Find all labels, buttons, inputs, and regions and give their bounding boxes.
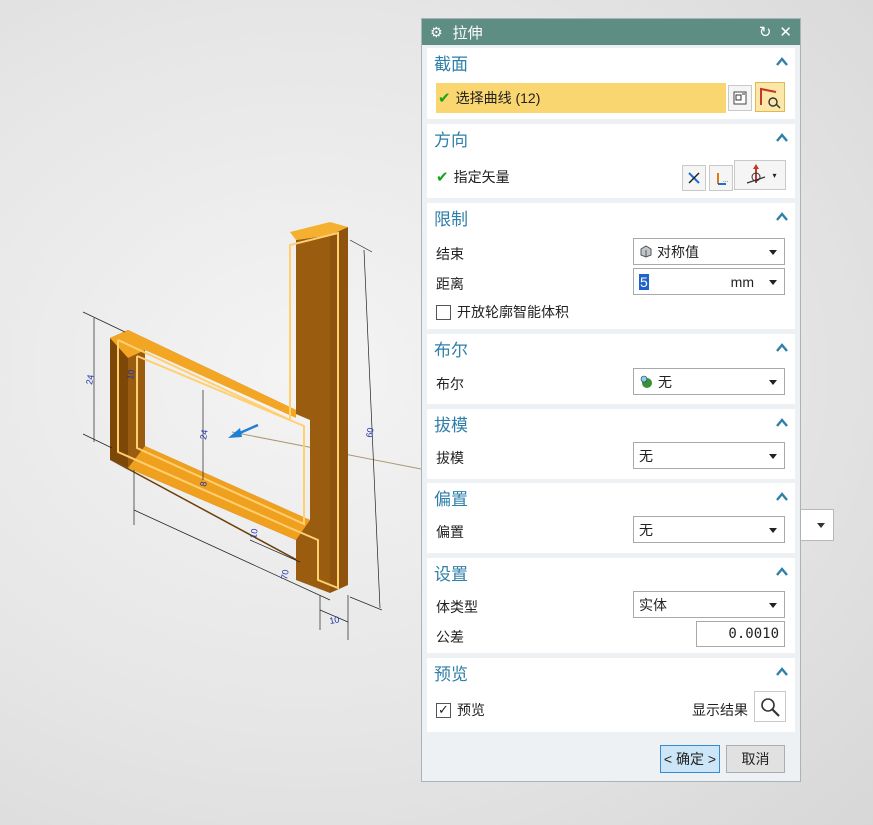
dim-label: 24 <box>198 429 210 441</box>
ok-button[interactable]: < 确定 > <box>660 745 720 773</box>
distance-input[interactable]: 5 mm <box>633 268 785 295</box>
specify-vector-label: 指定矢量 <box>453 169 510 185</box>
collapse-icon[interactable] <box>775 342 789 354</box>
select-curve-label: 选择曲线 (12) <box>455 90 541 106</box>
chevron-down-icon <box>769 528 777 533</box>
end-label: 结束 <box>436 246 464 262</box>
chevron-down-icon <box>769 280 777 285</box>
draft-header: 拔模 <box>434 415 468 435</box>
part-front-face <box>128 235 330 593</box>
dialog-title: 拉伸 <box>452 24 483 42</box>
svg-text:...: ... <box>723 178 728 184</box>
vector-icon: ... <box>717 173 728 185</box>
chevron-down-icon <box>769 250 777 255</box>
end-value: 对称值 <box>657 243 699 260</box>
body-type-value: 实体 <box>639 596 667 613</box>
end-dropdown[interactable]: 对称值 <box>633 238 785 265</box>
direction-header: 方向 <box>434 130 468 150</box>
reverse-direction-icon <box>688 172 700 184</box>
vector-dialog-button[interactable]: ... <box>709 165 733 191</box>
direction-group: 方向 ✔ 指定矢量 ... ▾ <box>427 124 795 198</box>
curve-rule-button[interactable] <box>755 82 785 112</box>
curve-icon <box>760 87 781 109</box>
draft-dropdown[interactable]: 无 <box>633 442 785 469</box>
limits-header: 限制 <box>434 209 468 229</box>
chevron-down-icon <box>769 454 777 459</box>
settings-group: 设置 体类型 实体 公差 0.0010 <box>427 558 795 653</box>
checkmark-icon: ✔ <box>436 169 449 186</box>
extrude-dialog: ⚙ 拉伸 ↻ ✕ 截面 ✔ 选择曲线 (12) 方向 ✔ 指定矢量 ... ▾ … <box>421 18 801 782</box>
preview-group: 预览 ✓ 预览 显示结果 <box>427 658 795 732</box>
boolean-header: 布尔 <box>434 340 468 360</box>
part-inner-face <box>128 446 310 540</box>
tolerance-value: 0.0010 <box>728 626 779 642</box>
collapse-icon[interactable] <box>775 417 789 429</box>
offset-label: 偏置 <box>436 524 464 540</box>
distance-unit: mm <box>730 273 754 290</box>
select-curve-field[interactable]: ✔ 选择曲线 (12) <box>436 83 726 113</box>
dim-label: 60 <box>364 427 376 439</box>
dim-label: 10 <box>248 528 260 540</box>
vector-type-dropdown[interactable]: ▾ <box>734 160 786 190</box>
boolean-group: 布尔 布尔 无 <box>427 334 795 404</box>
section-group: 截面 ✔ 选择曲线 (12) <box>427 48 795 119</box>
dim-label: 24 <box>84 374 96 386</box>
preview-checkbox[interactable]: ✓ <box>436 702 451 718</box>
boolean-dropdown[interactable]: 无 <box>633 368 785 395</box>
dim-label: 70 <box>279 569 291 581</box>
boolean-value: 无 <box>658 373 672 390</box>
collapse-icon[interactable] <box>775 566 789 578</box>
viewport-dropdown[interactable] <box>796 509 834 541</box>
distance-label: 距离 <box>436 276 464 292</box>
direction-arrowhead-icon <box>228 428 242 438</box>
settings-header: 设置 <box>434 564 468 584</box>
show-result-button[interactable] <box>754 691 786 722</box>
sketch-section-button[interactable] <box>728 85 752 111</box>
limits-group: 限制 结束 对称值 距离 5 mm 开放轮廓智能体积 <box>427 203 795 329</box>
distance-value[interactable]: 5 <box>639 273 649 290</box>
chevron-down-icon <box>817 523 825 528</box>
open-profile-label: 开放轮廓智能体积 <box>457 304 569 320</box>
collapse-icon[interactable] <box>775 491 789 503</box>
offset-group: 偏置 偏置 无 <box>427 483 795 553</box>
dim-label: 10 <box>125 369 137 381</box>
cancel-button[interactable]: 取消 <box>726 745 785 773</box>
section-header: 截面 <box>434 54 468 74</box>
offset-value: 无 <box>639 521 653 538</box>
preview-header: 预览 <box>434 664 468 684</box>
inferred-vector-icon <box>747 164 766 184</box>
extruded-part[interactable] <box>110 222 348 593</box>
tolerance-label: 公差 <box>436 629 464 645</box>
draft-group: 拔模 拔模 无 <box>427 409 795 479</box>
draft-label: 拔模 <box>436 450 464 466</box>
show-result-label: 显示结果 <box>692 702 748 718</box>
boolean-label: 布尔 <box>436 376 464 392</box>
collapse-icon[interactable] <box>775 132 789 144</box>
sketch-icon <box>733 91 747 105</box>
offset-header: 偏置 <box>434 489 468 509</box>
body-type-label: 体类型 <box>436 599 478 615</box>
preview-label: 预览 <box>457 702 485 718</box>
collapse-icon[interactable] <box>775 56 789 68</box>
dim-label: 10 <box>329 614 341 626</box>
tolerance-input[interactable]: 0.0010 <box>696 621 785 647</box>
close-icon[interactable]: ✕ <box>779 23 792 41</box>
boolean-none-icon <box>639 375 653 389</box>
chevron-down-icon: ▾ <box>772 170 777 180</box>
offset-dropdown[interactable]: 无 <box>633 516 785 543</box>
open-profile-checkbox[interactable] <box>436 304 451 320</box>
magnifier-icon <box>761 697 780 717</box>
gear-icon[interactable]: ⚙ <box>430 24 443 41</box>
chevron-down-icon <box>769 603 777 608</box>
body-type-dropdown[interactable]: 实体 <box>633 591 785 618</box>
reset-icon[interactable]: ↻ <box>759 23 772 41</box>
collapse-icon[interactable] <box>775 211 789 223</box>
checkmark-icon: ✔ <box>438 90 451 107</box>
collapse-icon[interactable] <box>775 666 789 678</box>
dialog-titlebar: ⚙ 拉伸 ↻ ✕ <box>422 19 800 45</box>
draft-value: 无 <box>639 447 653 464</box>
reverse-direction-button[interactable] <box>682 165 706 191</box>
chevron-down-icon <box>769 380 777 385</box>
symmetric-value-icon <box>639 245 652 258</box>
